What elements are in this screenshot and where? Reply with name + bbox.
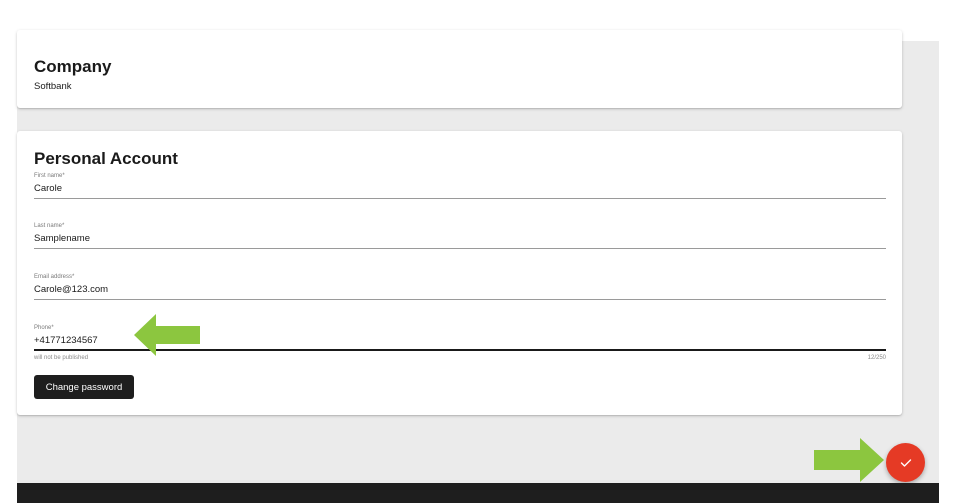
first-name-label: First name*: [34, 173, 65, 179]
check-icon: [900, 458, 911, 467]
phone-input[interactable]: +41771234567: [34, 335, 98, 346]
annotation-arrow-right-icon: [814, 438, 884, 482]
personal-account-card: Personal Account First name* Carole Last…: [17, 131, 902, 415]
phone-label: Phone*: [34, 325, 54, 331]
change-password-button[interactable]: Change password: [34, 375, 134, 399]
first-name-input[interactable]: Carole: [34, 183, 62, 194]
last-name-label: Last name*: [34, 223, 65, 229]
save-fab-button[interactable]: [886, 443, 925, 482]
email-label: Email address*: [34, 274, 75, 280]
last-name-input[interactable]: Samplename: [34, 233, 90, 244]
company-title: Company: [34, 57, 112, 76]
phone-char-counter: 12/250: [867, 355, 886, 361]
company-value: Softbank: [34, 81, 72, 92]
email-underline: [34, 299, 886, 300]
annotation-arrow-left-icon: [134, 314, 200, 356]
bottom-bar: [17, 483, 939, 503]
email-input[interactable]: Carole@123.com: [34, 284, 108, 295]
personal-account-title: Personal Account: [34, 149, 178, 168]
first-name-underline: [34, 198, 886, 199]
phone-hint: will not be published: [34, 355, 89, 361]
company-card: Company Softbank: [17, 30, 902, 108]
last-name-underline: [34, 248, 886, 249]
